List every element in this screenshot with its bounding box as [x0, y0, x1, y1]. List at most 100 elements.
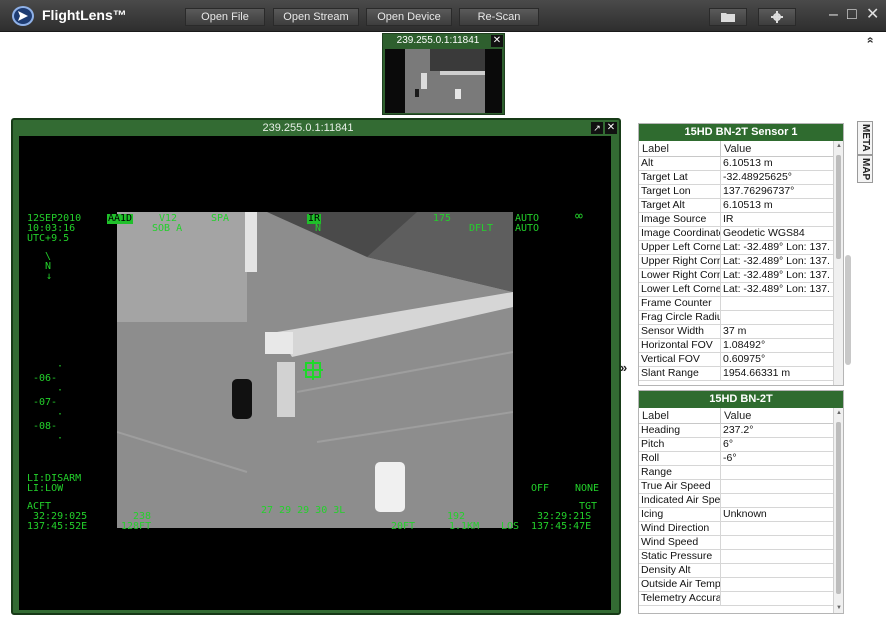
row-label: Vertical FOV: [639, 353, 721, 366]
hud-los: LOS: [501, 521, 520, 532]
table-row[interactable]: Heading 237.2°: [639, 424, 835, 438]
row-value: 0.60975°: [723, 353, 766, 365]
table-row[interactable]: Image Coordinate Geodetic WGS84: [639, 227, 835, 241]
scroll-thumb[interactable]: [836, 155, 841, 259]
stream-thumbnail[interactable]: 239.255.0.1:11841 ✕: [382, 33, 505, 115]
thumbnail-close-icon[interactable]: ✕: [491, 35, 503, 47]
table-row[interactable]: Horizontal FOV 1.08492°: [639, 339, 835, 353]
sensor-rows: Alt 6.10513 m Target Lat -32.48925625° Targe…: [639, 157, 835, 381]
folder-icon: [721, 13, 735, 22]
platform-table-header: Label Value: [639, 408, 835, 424]
row-label: Wind Direction: [639, 522, 721, 535]
table-row[interactable]: Icing Unknown: [639, 508, 835, 522]
thumbnail-image: [385, 49, 502, 113]
row-value: 237.2°: [723, 424, 754, 436]
row-value: [721, 578, 835, 591]
row-label: Lower Right Corn: [641, 269, 721, 282]
table-row[interactable]: Static Pressure: [639, 550, 835, 564]
tab-map[interactable]: MAP: [857, 155, 873, 183]
column-value-header[interactable]: Value: [721, 141, 835, 156]
table-row[interactable]: Image Source IR: [639, 213, 835, 227]
north-arrow-icon: ↓: [46, 271, 53, 282]
row-label: Upper Left Corner: [641, 241, 721, 254]
row-value: Lat: -32.489° Lon: 137.: [723, 269, 830, 281]
open-stream-button[interactable]: Open Stream: [273, 8, 359, 26]
minimize-icon[interactable]: –: [829, 6, 838, 24]
table-row[interactable]: Upper Right Corn Lat: -32.489° Lon: 137.: [639, 255, 835, 269]
table-row[interactable]: Target Lat -32.48925625°: [639, 171, 835, 185]
table-row[interactable]: Frame Counter: [639, 297, 835, 311]
row-label: Target Lat: [639, 171, 721, 184]
row-value: [721, 480, 835, 493]
folder-button[interactable]: [709, 8, 747, 26]
row-value: [721, 536, 835, 549]
table-row[interactable]: Outside Air Temp: [639, 578, 835, 592]
scroll-up-icon[interactable]: ▲: [834, 408, 843, 418]
collapse-thumbnails-icon[interactable]: »: [862, 37, 876, 44]
scroll-down-icon[interactable]: ▼: [834, 603, 843, 613]
column-label-header[interactable]: Label: [639, 408, 721, 423]
platform-scrollbar[interactable]: ▲ ▼: [833, 408, 843, 613]
hud-off: OFF: [531, 483, 550, 494]
panel-scrollbar[interactable]: [845, 255, 851, 365]
hud-auto-2: AUTO: [515, 223, 540, 234]
table-row[interactable]: Pitch 6°: [639, 438, 835, 452]
table-row[interactable]: Upper Left Corner Lat: -32.489° Lon: 137.: [639, 241, 835, 255]
row-label: Heading: [639, 424, 721, 437]
row-value: 1.08492°: [723, 339, 766, 351]
sensor-scrollbar[interactable]: ▲: [833, 141, 843, 385]
app-title: FlightLens™: [42, 7, 127, 23]
row-label: Target Alt: [639, 199, 721, 212]
sensor-table-header: Label Value: [639, 141, 835, 157]
hud-scale-tick: ·: [57, 385, 64, 396]
column-label-header[interactable]: Label: [639, 141, 721, 156]
table-row[interactable]: Roll -6°: [639, 452, 835, 466]
tab-meta[interactable]: META: [857, 121, 873, 155]
table-row[interactable]: Sensor Width 37 m: [639, 325, 835, 339]
table-row[interactable]: Density Alt: [639, 564, 835, 578]
column-value-header[interactable]: Value: [721, 408, 835, 423]
row-value: [721, 466, 835, 479]
table-row[interactable]: True Air Speed: [639, 480, 835, 494]
open-file-button[interactable]: Open File: [185, 8, 265, 26]
close-icon[interactable]: ✕: [866, 6, 879, 24]
hud-mode-sob: SOB A: [152, 223, 183, 234]
row-value: 137.76296737°: [723, 185, 795, 197]
video-screen[interactable]: 12SEP2010 10:03:16 UTC+9.5 AA1D V12 SOB …: [19, 136, 611, 610]
scroll-up-icon[interactable]: ▲: [834, 141, 843, 151]
table-row[interactable]: Indicated Air Speed: [639, 494, 835, 508]
pop-out-icon[interactable]: ↗: [591, 122, 603, 134]
table-row[interactable]: Frag Circle Radius: [639, 311, 835, 325]
table-row[interactable]: Lower Right Corn Lat: -32.489° Lon: 137.: [639, 269, 835, 283]
table-row[interactable]: Slant Range 1954.66331 m: [639, 367, 835, 381]
rescan-button[interactable]: Re-Scan: [459, 8, 539, 26]
table-row[interactable]: Range: [639, 466, 835, 480]
row-label: Roll: [639, 452, 721, 465]
table-row[interactable]: Target Alt 6.10513 m: [639, 199, 835, 213]
table-row[interactable]: Vertical FOV 0.60975°: [639, 353, 835, 367]
table-row[interactable]: Wind Direction: [639, 522, 835, 536]
hud-acft-lon: 137:45:52E: [27, 521, 88, 532]
row-label: Image Coordinate: [641, 227, 721, 240]
table-row[interactable]: Alt 6.10513 m: [639, 157, 835, 171]
table-row[interactable]: Telemetry Accuracy: [639, 592, 835, 606]
hud-infinity: ∞: [575, 209, 583, 224]
row-label: Pitch: [639, 438, 721, 451]
hud-alt-2: 128FT: [121, 521, 152, 532]
scroll-thumb[interactable]: [836, 422, 841, 594]
row-label: True Air Speed: [639, 480, 721, 493]
hud-range-2: 1.1KM: [449, 521, 480, 532]
maximize-icon[interactable]: □: [847, 6, 857, 24]
hud-mode-highlight: AA1D: [107, 213, 134, 224]
open-device-button[interactable]: Open Device: [366, 8, 452, 26]
video-close-icon[interactable]: ✕: [605, 122, 617, 134]
row-value: Lat: -32.489° Lon: 137.: [723, 283, 830, 295]
row-label: Image Source: [639, 213, 721, 226]
settings-button[interactable]: [758, 8, 796, 26]
table-row[interactable]: Target Lon 137.76296737°: [639, 185, 835, 199]
table-row[interactable]: Wind Speed: [639, 536, 835, 550]
row-label: Horizontal FOV: [639, 339, 721, 352]
row-value: [721, 550, 835, 563]
collapse-panel-icon[interactable]: »: [620, 360, 627, 375]
table-row[interactable]: Lower Left Corner Lat: -32.489° Lon: 137.: [639, 283, 835, 297]
